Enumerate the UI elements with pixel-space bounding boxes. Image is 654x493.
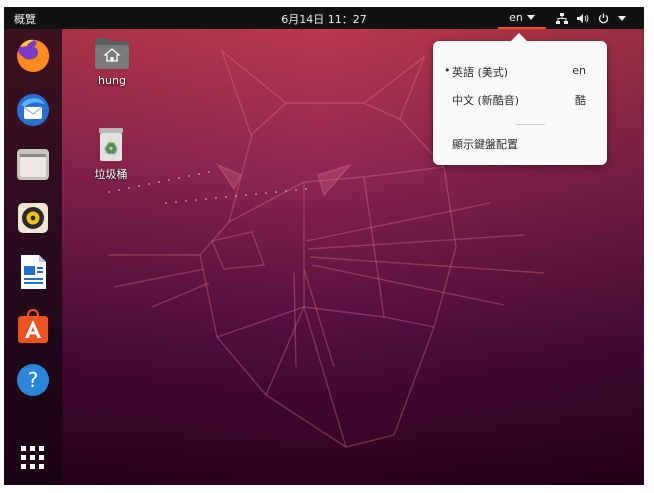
home-folder-label: hung — [98, 74, 126, 87]
svg-text:♻: ♻ — [104, 139, 117, 157]
volume-icon — [577, 13, 589, 23]
system-menu-button[interactable] — [556, 7, 626, 29]
menu-item-chewing[interactable]: 中文 (新酷音) 酷 — [433, 87, 607, 111]
menu-item-label: 中文 (新酷音) — [452, 94, 520, 107]
menu-item-code: 酷 — [575, 94, 586, 107]
menu-item-code: en — [572, 64, 586, 77]
chevron-down-icon — [526, 14, 535, 20]
menu-item-label: 顯示鍵盤配置 — [452, 138, 518, 151]
keyboard-language-indicator[interactable]: en — [498, 7, 546, 29]
files-folder-icon — [17, 149, 49, 180]
desktop-home-folder[interactable]: hung — [82, 35, 142, 87]
home-folder-icon — [95, 38, 129, 69]
desktop-trash[interactable]: ♻ 垃圾桶 — [81, 125, 141, 182]
desktop-screen: 概覽 6月14日 11：27 en ? hung ♻ 垃圾桶 • 英語 (美式)… — [4, 7, 644, 485]
menu-item-label: 英語 (美式) — [452, 66, 509, 79]
system-menu-chevron-icon — [618, 15, 626, 21]
network-wired-icon — [556, 12, 568, 24]
dock-help[interactable]: ? — [12, 359, 54, 401]
clock-button[interactable]: 6月14日 11：27 — [281, 13, 367, 26]
rhythmbox-speaker-icon — [18, 203, 48, 233]
trash-label: 垃圾桶 — [94, 168, 128, 181]
dock-writer[interactable] — [12, 251, 54, 293]
language-code: en — [509, 10, 523, 24]
firefox-icon — [17, 39, 50, 72]
dock-files[interactable] — [12, 143, 54, 185]
power-icon — [598, 13, 609, 23]
help-question-icon: ? — [17, 364, 49, 396]
input-source-menu: • 英語 (美式) en 中文 (新酷音) 酷 顯示鍵盤配置 — [433, 33, 607, 165]
app-grid-icon — [21, 446, 44, 469]
clock-wrapper: 6月14日 11：27 — [4, 11, 644, 27]
software-center-bag-icon — [18, 308, 48, 343]
dock-rhythmbox[interactable] — [12, 197, 54, 239]
menu-item-english-us[interactable]: • 英語 (美式) en — [433, 59, 607, 83]
menu-separator — [515, 124, 545, 125]
dock-ubuntu-software[interactable] — [12, 305, 54, 347]
dock-thunderbird[interactable] — [12, 89, 54, 131]
selected-indicator: • — [444, 64, 451, 77]
dock-firefox[interactable] — [12, 35, 54, 77]
trash-icon: ♻ — [99, 128, 123, 161]
dock: ? — [4, 29, 62, 485]
writer-document-icon — [21, 255, 46, 289]
activities-button[interactable]: 概覽 — [14, 11, 36, 27]
thunderbird-mail-icon — [17, 94, 49, 126]
top-bar: 概覽 6月14日 11：27 en — [4, 7, 644, 29]
menu-item-show-keyboard-layout[interactable]: 顯示鍵盤配置 — [433, 131, 607, 155]
dock-show-applications[interactable] — [12, 437, 54, 479]
svg-text:?: ? — [28, 368, 39, 392]
